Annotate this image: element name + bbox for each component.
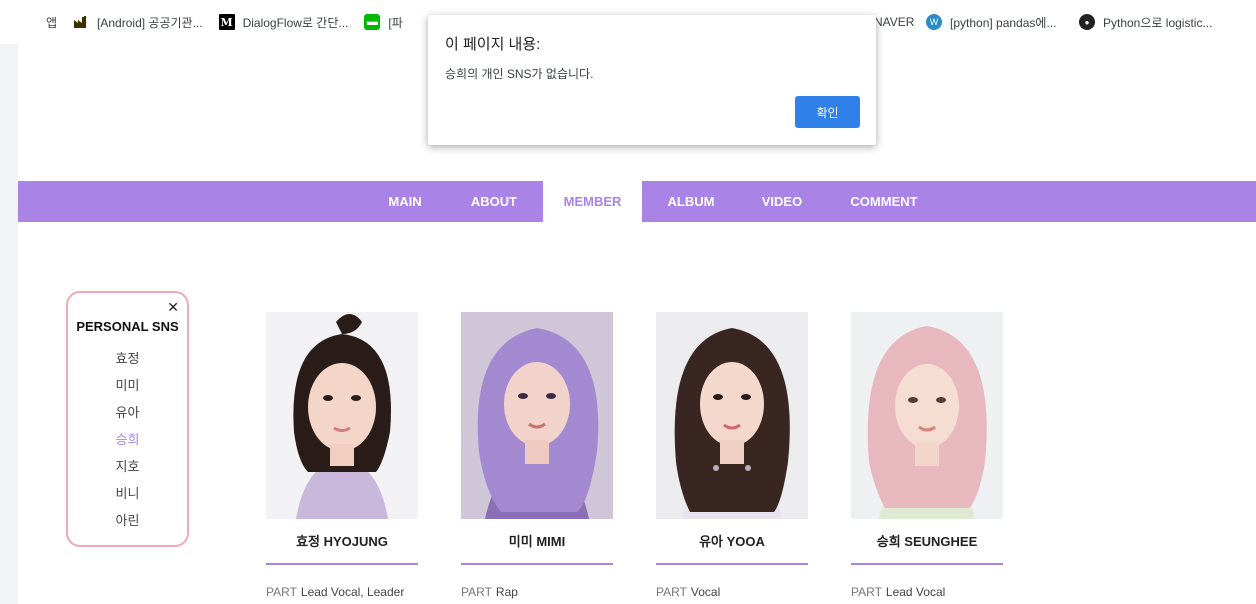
bookmark-label: [Android] 공공기관... [97, 15, 203, 30]
member-name: 미미 MIMI [461, 519, 613, 565]
bookmark-line[interactable]: ▬ [파 [364, 14, 403, 31]
sns-link-yooa[interactable]: 유아 [68, 399, 187, 426]
member-card-hyojung: 효정 HYOJUNG PART Lead Vocal, Leader [266, 312, 418, 599]
nav-video[interactable]: VIDEO [747, 181, 817, 222]
main-nav: MAIN ABOUT MEMBER ALBUM VIDEO COMMENT [18, 181, 1256, 222]
member-card-seunghee: 승희 SEUNGHEE PART Lead Vocal [851, 312, 1003, 599]
part-value: Lead Vocal, Leader [300, 585, 405, 599]
nav-comment[interactable]: COMMENT [844, 181, 924, 222]
factory-icon [73, 14, 89, 30]
member-name: 승희 SEUNGHEE [851, 519, 1003, 565]
bookmark-label: 앱 [46, 15, 58, 30]
member-name: 효정 HYOJUNG [266, 519, 418, 565]
alert-dialog: 이 페이지 내용: 승희의 개인 SNS가 없습니다. 확인 [428, 15, 876, 145]
sns-panel-title: PERSONAL SNS [76, 319, 179, 334]
nav-main[interactable]: MAIN [370, 181, 440, 222]
member-photo[interactable] [461, 312, 613, 519]
bookmark-python[interactable]: ● Python으로 logistic... [1079, 0, 1212, 44]
sns-link-seunghee[interactable]: 승희 [68, 426, 187, 453]
python-icon: ● [1079, 14, 1095, 30]
sns-member-list: 효정 미미 유아 승희 지호 비니 아린 [68, 345, 187, 534]
close-icon[interactable]: ✕ [167, 299, 179, 316]
part-label: PART [656, 585, 687, 599]
member-card-yooa: 유아 YOOA PART Vocal [656, 312, 808, 599]
part-value: Vocal [690, 585, 721, 599]
bookmark-android[interactable]: [Android] 공공기관... [73, 14, 203, 31]
nav-member[interactable]: MEMBER [543, 181, 642, 222]
apps-grid-icon [22, 14, 38, 30]
member-photo[interactable] [266, 312, 418, 519]
bookmark-pandas[interactable]: W [python] pandas에... [926, 0, 1056, 44]
nav-about[interactable]: ABOUT [459, 181, 529, 222]
member-name: 유아 YOOA [656, 519, 808, 565]
sns-link-jiho[interactable]: 지호 [68, 453, 187, 480]
member-part: PART Lead Vocal [851, 585, 1003, 599]
part-label: PART [851, 585, 882, 599]
part-value: Rap [495, 585, 518, 599]
ok-button[interactable]: 확인 [795, 96, 860, 128]
sns-link-binnie[interactable]: 비니 [68, 480, 187, 507]
bookmark-label: DialogFlow로 간단... [242, 15, 349, 30]
member-part: PART Vocal [656, 585, 808, 599]
sns-link-arin[interactable]: 아린 [68, 507, 187, 534]
member-card-mimi: 미미 MIMI PART Rap [461, 312, 613, 599]
dialog-message: 승희의 개인 SNS가 없습니다. [445, 67, 594, 81]
wordpress-icon: W [926, 14, 942, 30]
bookmark-label: Python으로 logistic... [1103, 15, 1213, 30]
bookmark-label: [python] pandas에... [950, 15, 1057, 30]
line-icon: ▬ [364, 14, 381, 30]
medium-m-icon: M [218, 14, 235, 30]
bookmark-label: [파 [388, 15, 403, 30]
member-part: PART Lead Vocal, Leader [266, 585, 418, 599]
bookmark-apps[interactable]: 앱 [22, 14, 57, 31]
sns-link-mimi[interactable]: 미미 [68, 372, 187, 399]
part-label: PART [266, 585, 297, 599]
bookmark-dialogflow[interactable]: M DialogFlow로 간단... [218, 14, 349, 31]
part-label: PART [461, 585, 492, 599]
nav-album[interactable]: ALBUM [656, 181, 726, 222]
member-photo[interactable] [656, 312, 808, 519]
personal-sns-panel: ✕ PERSONAL SNS 효정 미미 유아 승희 지호 비니 아린 [66, 291, 189, 547]
dialog-title: 이 페이지 내용: [445, 36, 541, 53]
browser-window: 앱 [Android] 공공기관... M DialogFlow로 간단... … [0, 0, 1256, 604]
bookmark-label: NAVER [874, 15, 915, 29]
member-part: PART Rap [461, 585, 613, 599]
part-value: Lead Vocal [885, 585, 946, 599]
member-photo[interactable] [851, 312, 1003, 519]
bookmark-naver[interactable]: NAVER [874, 0, 914, 44]
sns-link-hyojung[interactable]: 효정 [68, 345, 187, 372]
